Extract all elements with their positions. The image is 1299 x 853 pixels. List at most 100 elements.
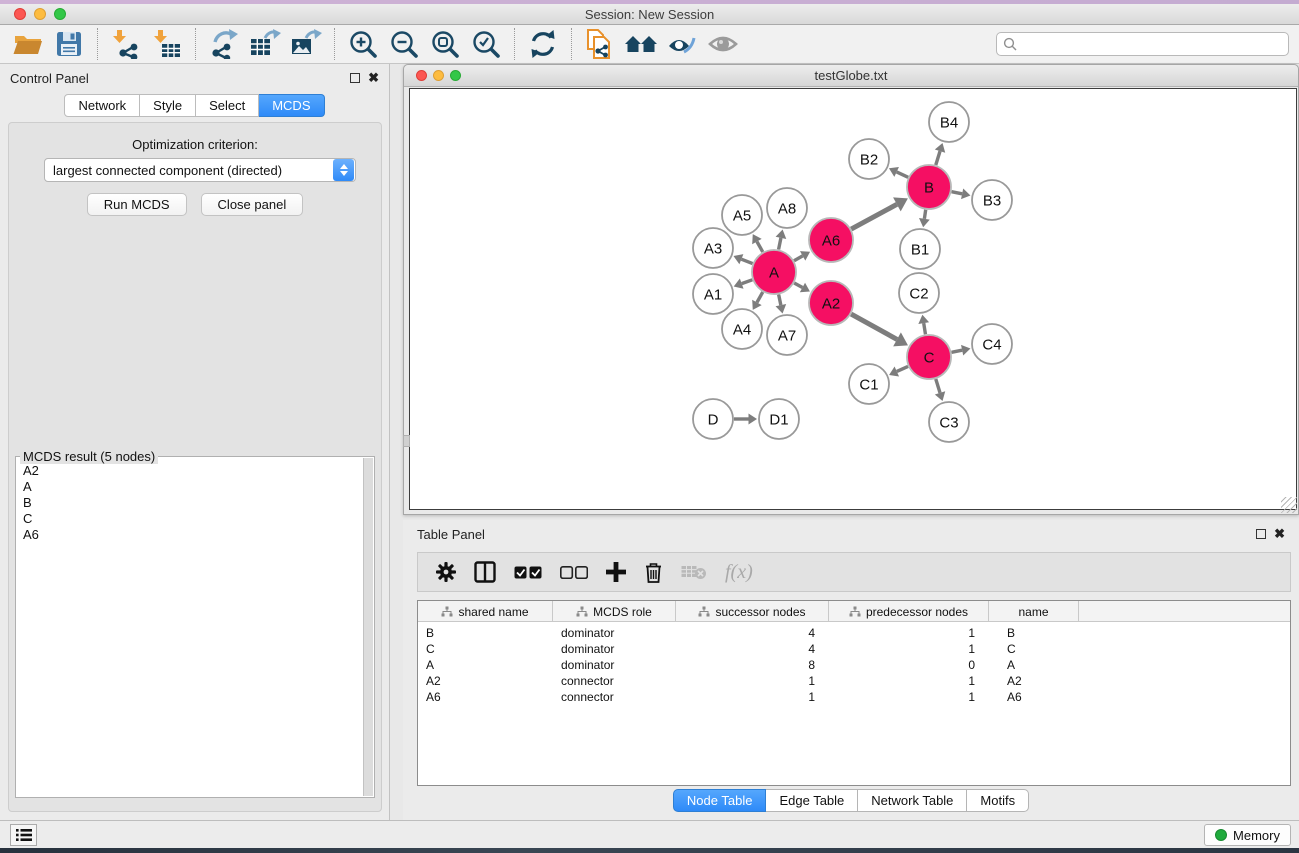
mcds-result-item[interactable]: A6 [23, 527, 363, 543]
table-cell[interactable]: dominator [553, 641, 676, 657]
graph-edge-B-B2[interactable] [897, 172, 909, 177]
table-close-panel-icon[interactable]: ✖ [1274, 529, 1285, 539]
copy-network-icon[interactable] [582, 27, 618, 61]
table-cell[interactable]: 1 [829, 673, 989, 689]
table-cell[interactable]: 1 [829, 625, 989, 641]
column-header-successor-nodes[interactable]: successor nodes [676, 601, 829, 622]
column-header-predecessor-nodes[interactable]: predecessor nodes [829, 601, 989, 622]
export-network-icon[interactable] [206, 27, 242, 61]
mcds-result-item[interactable]: C [23, 511, 363, 527]
tab-motifs[interactable]: Motifs [967, 789, 1029, 812]
table-row[interactable]: A2connector11A2 [418, 673, 1290, 689]
table-row[interactable]: A6connector11A6 [418, 689, 1290, 705]
table-cell[interactable]: connector [553, 689, 676, 705]
tab-network[interactable]: Network [64, 94, 140, 117]
tab-mcds[interactable]: MCDS [259, 94, 324, 117]
table-cell[interactable]: A2 [418, 673, 553, 689]
gear-icon[interactable] [436, 562, 456, 582]
table-cell[interactable]: B [989, 625, 1079, 641]
graph-edge-A-A6[interactable] [794, 256, 803, 261]
close-panel-icon[interactable]: ✖ [368, 73, 379, 83]
table-cell[interactable]: A6 [989, 689, 1079, 705]
table-cell[interactable]: connector [553, 673, 676, 689]
tab-node-table[interactable]: Node Table [673, 789, 767, 812]
memory-button[interactable]: Memory [1204, 824, 1291, 846]
resize-grip-icon[interactable] [1281, 497, 1297, 513]
table-cell[interactable]: A6 [418, 689, 553, 705]
graph-edge-C-C3[interactable] [936, 379, 940, 393]
graph-edge-A-A5[interactable] [757, 242, 763, 252]
table-cell[interactable]: B [418, 625, 553, 641]
tab-select[interactable]: Select [196, 94, 259, 117]
double-home-icon[interactable] [623, 27, 659, 61]
graph-edge-A-A7[interactable] [779, 295, 781, 306]
graph-edge-A-A1[interactable] [742, 280, 753, 284]
zoom-in-icon[interactable] [345, 27, 381, 61]
table-cell[interactable]: 8 [676, 657, 829, 673]
zoom-out-icon[interactable] [386, 27, 422, 61]
search-input[interactable] [996, 32, 1289, 56]
table-cell[interactable]: C [418, 641, 553, 657]
float-panel-icon[interactable] [350, 73, 360, 83]
graph-edge-C-C4[interactable] [952, 350, 963, 352]
close-panel-button[interactable]: Close panel [201, 193, 304, 216]
mcds-result-item[interactable]: B [23, 495, 363, 511]
tab-network-table[interactable]: Network Table [858, 789, 967, 812]
graph-edge-B-B1[interactable] [924, 210, 925, 219]
column-header-MCDS-role[interactable]: MCDS role [553, 601, 676, 622]
zoom-selected-icon[interactable] [468, 27, 504, 61]
eye-pen-icon[interactable] [664, 27, 700, 61]
open-folder-icon[interactable] [10, 27, 46, 61]
mcds-result-item[interactable]: A [23, 479, 363, 495]
graph-edge-B-B4[interactable] [936, 151, 940, 165]
table-cell[interactable]: 4 [676, 625, 829, 641]
select-all-checkboxes-icon[interactable] [514, 566, 542, 579]
graph-edge-C-C1[interactable] [897, 366, 908, 371]
column-header-name[interactable]: name [989, 601, 1079, 622]
trash-icon[interactable] [644, 562, 663, 583]
tab-edge-table[interactable]: Edge Table [766, 789, 858, 812]
divider-grip[interactable] [403, 435, 410, 447]
tab-style[interactable]: Style [140, 94, 196, 117]
graph-edge-A-A4[interactable] [757, 292, 763, 302]
run-mcds-button[interactable]: Run MCDS [87, 193, 187, 216]
graph-edge-B-B3[interactable] [952, 192, 963, 194]
graph-edge-A-A2[interactable] [794, 283, 802, 287]
table-cell[interactable]: C [989, 641, 1079, 657]
table-cell[interactable]: dominator [553, 657, 676, 673]
import-network-icon[interactable] [108, 27, 144, 61]
table-float-panel-icon[interactable] [1256, 529, 1266, 539]
split-columns-icon[interactable] [474, 561, 496, 583]
add-column-icon[interactable] [606, 562, 626, 582]
table-cell[interactable]: 4 [676, 641, 829, 657]
deselect-all-checkboxes-icon[interactable] [560, 566, 588, 579]
zoom-fit-icon[interactable] [427, 27, 463, 61]
table-cell[interactable]: 1 [676, 673, 829, 689]
export-table-icon[interactable] [247, 27, 283, 61]
graph-edge-A6-B[interactable] [851, 204, 897, 229]
mcds-result-item[interactable]: A2 [23, 463, 363, 479]
table-cell[interactable]: 1 [829, 689, 989, 705]
column-header-shared-name[interactable]: shared name [418, 601, 553, 622]
mcds-list-scrollbar[interactable] [363, 458, 373, 796]
graph-edge-A-A8[interactable] [779, 238, 781, 250]
table-cell[interactable]: A2 [989, 673, 1079, 689]
network-canvas[interactable]: B4B2BB3A8A5A6A3B1AC2A1A2A4A7C4CC1DD1C3 [409, 88, 1297, 510]
table-cell[interactable]: 1 [676, 689, 829, 705]
table-row[interactable]: Bdominator41B [418, 625, 1290, 641]
table-row[interactable]: Adominator80A [418, 657, 1290, 673]
task-history-button[interactable] [10, 824, 37, 846]
table-cell[interactable]: A [418, 657, 553, 673]
save-icon[interactable] [51, 27, 87, 61]
graph-edge-C-C2[interactable] [924, 323, 926, 334]
eye-icon[interactable] [705, 27, 741, 61]
table-row[interactable]: Cdominator41C [418, 641, 1290, 657]
table-cell[interactable]: 0 [829, 657, 989, 673]
table-cell[interactable]: 1 [829, 641, 989, 657]
refresh-icon[interactable] [525, 27, 561, 61]
table-cell[interactable]: dominator [553, 625, 676, 641]
criterion-select[interactable]: largest connected component (directed) [44, 158, 356, 182]
graph-edge-A2-C[interactable] [851, 314, 897, 339]
export-image-icon[interactable] [288, 27, 324, 61]
import-table-icon[interactable] [149, 27, 185, 61]
